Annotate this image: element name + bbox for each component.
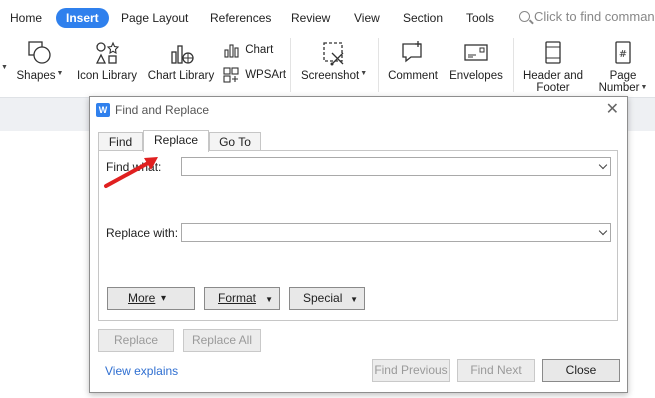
chevron-down-icon: ▼ — [56, 70, 64, 77]
wps-writer-logo-icon: W — [96, 103, 110, 117]
screenshot-label: Screenshot — [301, 70, 360, 82]
ribbon-tab-bar: Home Insert Page Layout References Revie… — [0, 0, 655, 34]
tab-page-layout[interactable]: Page Layout — [121, 8, 188, 28]
replace-panel: Find what: Replace with: More ▾ Format ▼… — [98, 150, 618, 321]
more-label: More — [128, 291, 156, 305]
find-previous-label: Find Previous — [374, 363, 448, 377]
replace-all-button-label: Replace All — [191, 333, 253, 347]
replace-button-label: Replace — [113, 333, 159, 347]
search-icon — [519, 11, 530, 22]
header-footer-label-line2: Footer — [536, 82, 570, 94]
close-button[interactable]: Close — [542, 359, 620, 382]
overflow-chevron-icon[interactable]: ▼ — [0, 64, 8, 76]
chart-icon — [224, 44, 239, 58]
chevron-down-icon: ▼ — [265, 295, 273, 304]
chart-label: Chart — [245, 44, 274, 57]
svg-text:#: # — [619, 49, 627, 60]
command-search[interactable]: Click to find comman — [519, 6, 655, 28]
tab-view[interactable]: View — [354, 8, 380, 28]
header-footer-icon — [545, 41, 561, 64]
special-button[interactable]: Special ▼ — [289, 287, 365, 310]
tab-replace[interactable]: Replace — [143, 130, 209, 152]
screenshot-button[interactable]: Screenshot▼ — [301, 40, 367, 82]
find-what-label: Find what: — [106, 160, 162, 174]
find-next-label: Find Next — [470, 363, 522, 377]
tab-find-label: Find — [108, 135, 133, 149]
header-footer-label-line1: Header and — [522, 70, 584, 82]
chart-library-button[interactable]: Chart Library — [146, 40, 216, 82]
chart-library-label: Chart Library — [147, 70, 215, 82]
more-button[interactable]: More ▾ — [107, 287, 195, 310]
find-replace-dialog: W Find and Replace ✕ Find Replace Go To … — [89, 96, 628, 393]
icon-library-icon — [95, 41, 120, 64]
page-number-label-line1: Page — [609, 70, 637, 82]
header-footer-button[interactable]: Header and Footer — [520, 40, 586, 94]
double-chevron-down-icon: ▾ — [160, 293, 166, 304]
ribbon-toolbar: ▼ Shapes▼ Icon Library Chart Library Cha… — [0, 34, 655, 97]
chevron-down-icon[interactable] — [598, 226, 608, 236]
shapes-label: Shapes — [16, 70, 56, 82]
wpsart-button[interactable]: WPSArt — [223, 67, 286, 83]
replace-all-button[interactable]: Replace All — [183, 329, 261, 352]
view-explains-link[interactable]: View explains — [105, 364, 178, 378]
shapes-icon — [28, 41, 51, 64]
toolbar-divider — [290, 38, 291, 92]
tab-replace-label: Replace — [153, 133, 199, 147]
close-icon[interactable]: ✕ — [606, 101, 619, 119]
wpsart-label: WPSArt — [245, 69, 287, 82]
envelopes-label: Envelopes — [449, 70, 503, 82]
chevron-down-icon: ▼ — [640, 84, 648, 91]
replace-with-label: Replace with: — [106, 226, 179, 240]
comment-icon — [402, 41, 422, 63]
envelopes-button[interactable]: Envelopes — [447, 40, 505, 82]
chevron-down-icon: ▼ — [360, 70, 368, 77]
comment-button[interactable]: Comment — [387, 40, 439, 82]
tab-references[interactable]: References — [210, 8, 271, 28]
replace-with-input[interactable] — [181, 223, 611, 242]
tab-section[interactable]: Section — [403, 8, 443, 28]
toolbar-divider — [513, 38, 514, 92]
dialog-titlebar[interactable]: W Find and Replace ✕ — [90, 97, 627, 124]
format-button[interactable]: Format ▼ — [204, 287, 280, 310]
special-label: Special — [303, 291, 343, 305]
tab-tools[interactable]: Tools — [466, 8, 494, 28]
icon-library-button[interactable]: Icon Library — [76, 40, 138, 82]
page-number-label-line2: Number — [598, 82, 640, 94]
close-button-label: Close — [565, 363, 597, 377]
chevron-down-icon[interactable] — [598, 160, 608, 170]
envelope-icon — [464, 44, 488, 61]
find-next-button[interactable]: Find Next — [457, 359, 535, 382]
icon-library-label: Icon Library — [76, 70, 138, 82]
chart-button[interactable]: Chart — [223, 42, 273, 58]
search-placeholder: Click to find comman — [534, 9, 655, 24]
shapes-button[interactable]: Shapes▼ — [15, 40, 65, 82]
comment-label: Comment — [388, 70, 438, 82]
page-number-button[interactable]: # Page Number▼ — [594, 40, 652, 94]
page-number-icon: # — [615, 41, 631, 64]
screenshot-icon — [323, 42, 344, 66]
tab-goto-label: Go To — [219, 135, 251, 149]
tab-find[interactable]: Find — [98, 132, 143, 152]
find-previous-button[interactable]: Find Previous — [372, 359, 450, 382]
toolbar-divider — [378, 38, 379, 92]
find-what-input[interactable] — [181, 157, 611, 176]
chart-library-icon — [171, 45, 194, 64]
tab-home[interactable]: Home — [10, 8, 42, 28]
tab-insert[interactable]: Insert — [56, 8, 109, 28]
tab-goto[interactable]: Go To — [209, 132, 261, 152]
chevron-down-icon: ▼ — [350, 295, 358, 304]
replace-button[interactable]: Replace — [98, 329, 174, 352]
tab-review[interactable]: Review — [291, 8, 330, 28]
format-label: Format — [218, 291, 257, 305]
wpsart-icon — [223, 67, 239, 83]
dialog-title: Find and Replace — [115, 103, 210, 117]
